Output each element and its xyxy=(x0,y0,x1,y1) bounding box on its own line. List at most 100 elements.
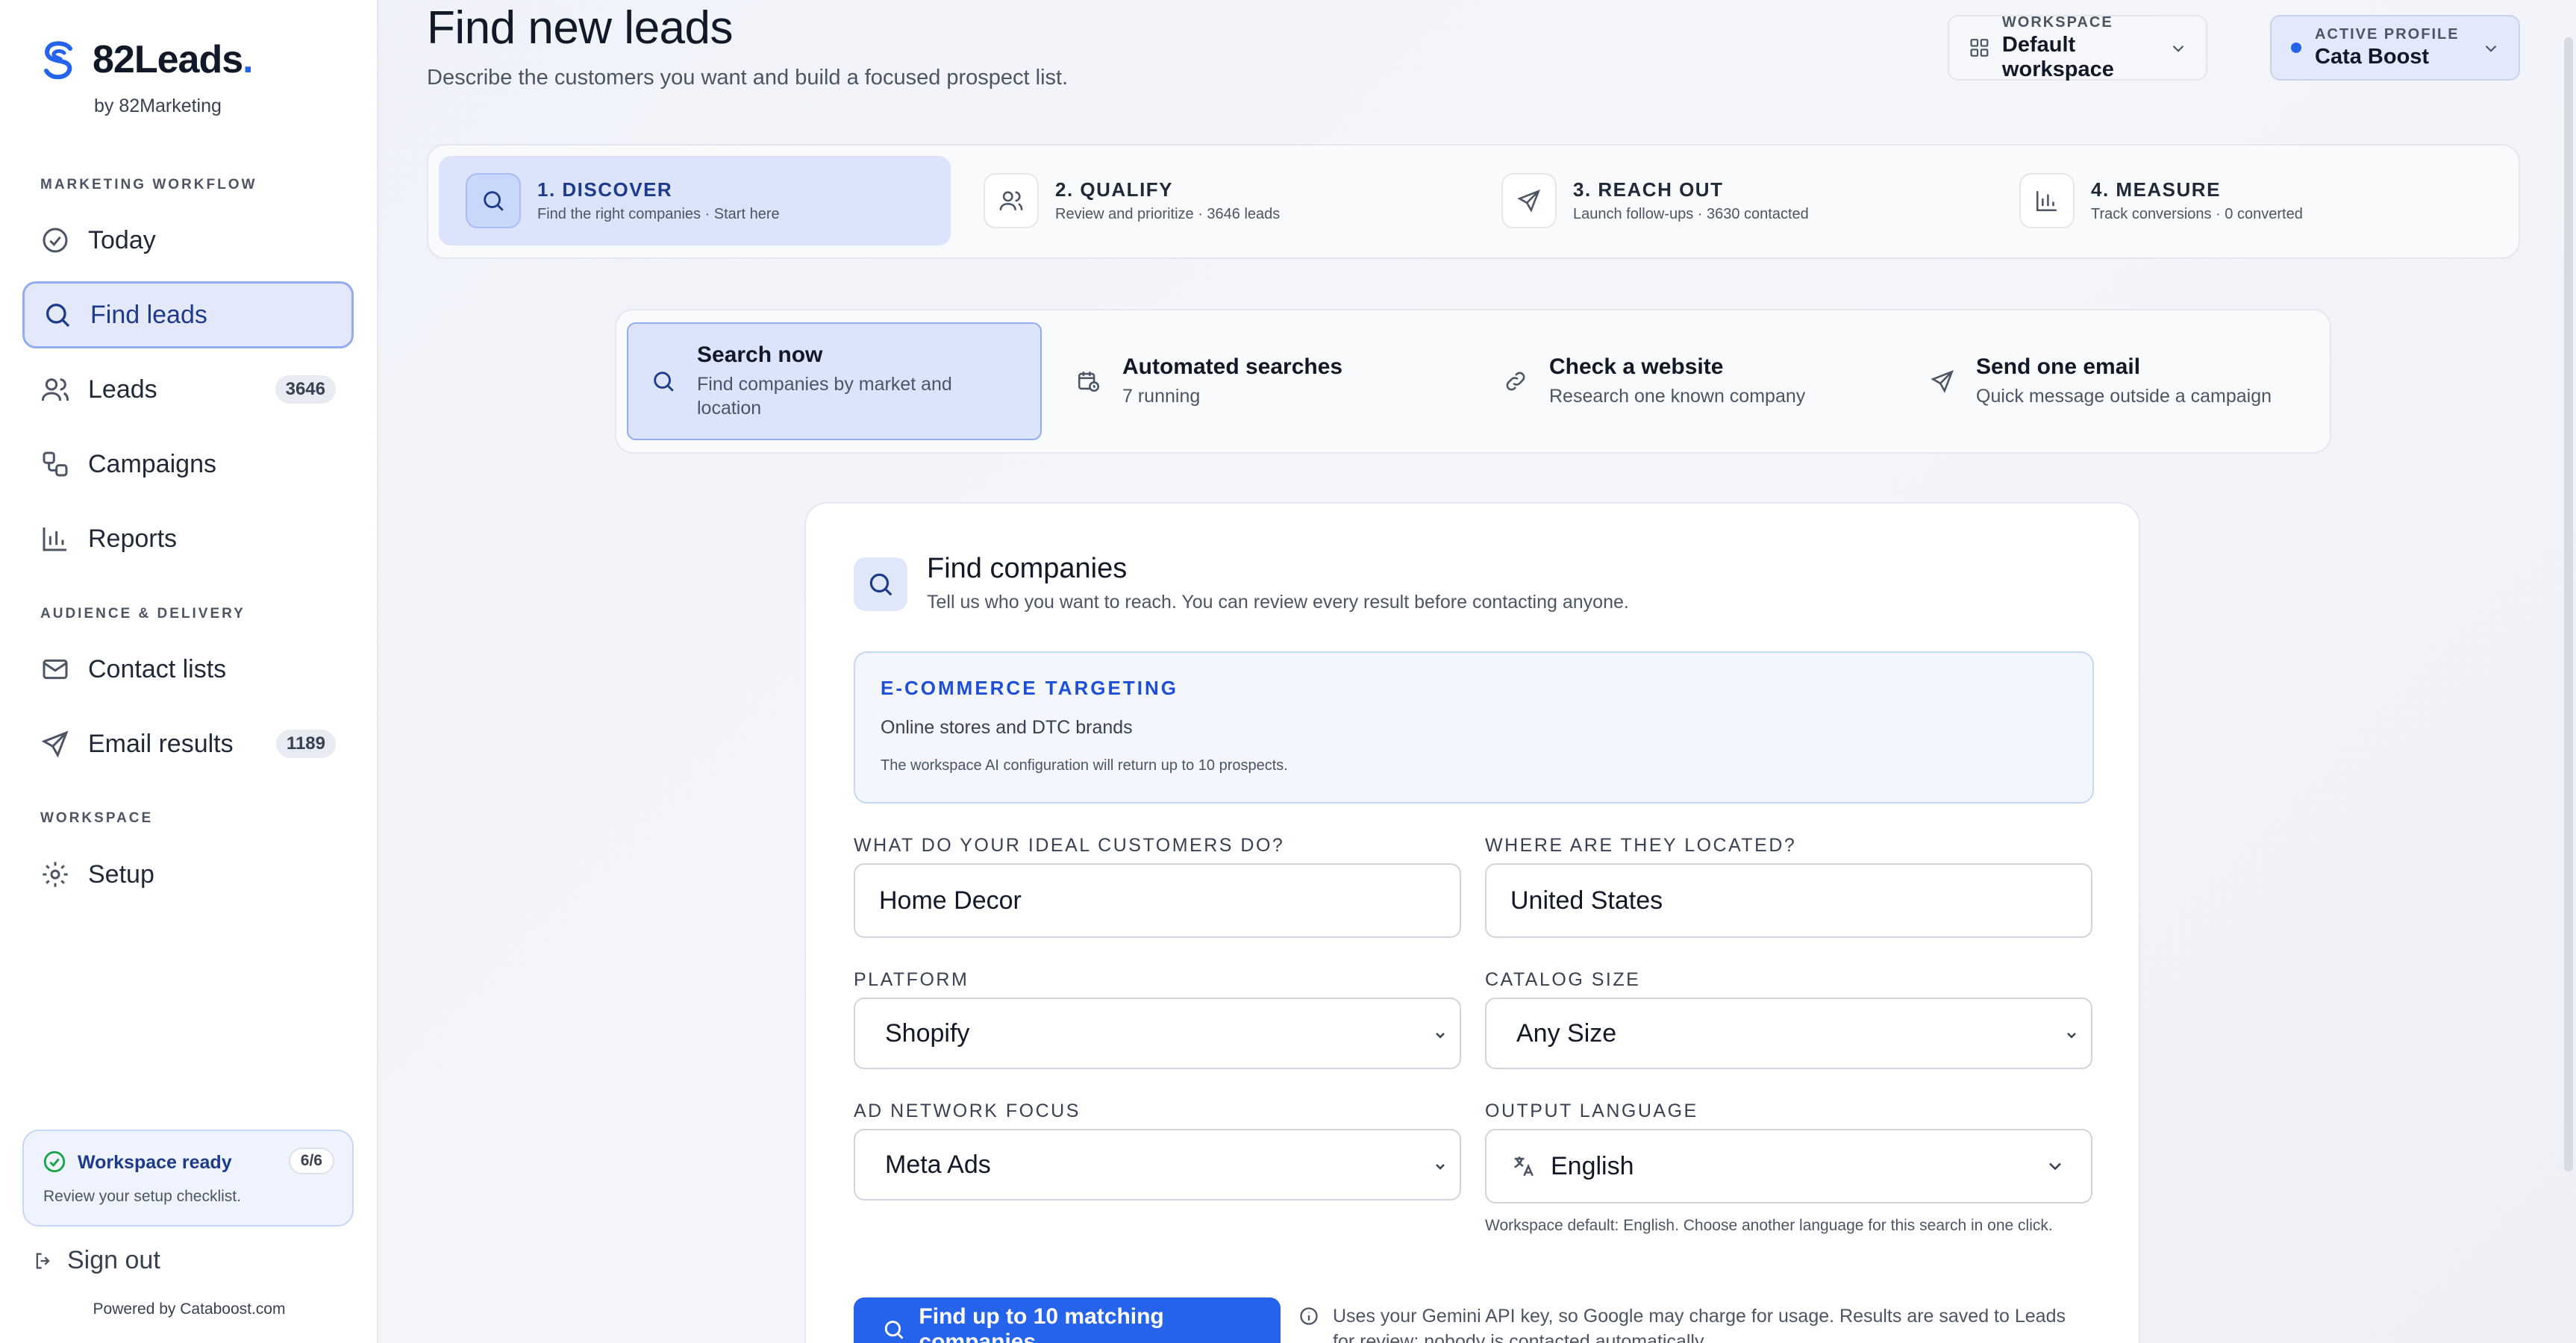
brand-name: 82Leads. xyxy=(93,38,254,81)
workspace-ready-title: Workspace ready xyxy=(78,1152,232,1173)
sign-out-label: Sign out xyxy=(67,1246,160,1274)
powered-by: Powered by Cataboost.com xyxy=(93,1300,286,1318)
output-language-select[interactable]: English xyxy=(1485,1129,2092,1203)
users-icon xyxy=(40,375,70,404)
chevron-down-icon xyxy=(1436,1033,1445,1039)
users-icon xyxy=(984,173,1039,228)
chevron-down-icon xyxy=(1436,1164,1445,1170)
search-icon xyxy=(466,173,521,228)
sidebar-item-label: Find leads xyxy=(90,300,207,329)
sidebar-item-contact-lists[interactable]: Contact lists xyxy=(22,636,354,703)
bar-chart-icon xyxy=(40,524,70,554)
logo-s-icon xyxy=(44,41,72,80)
active-profile-picker[interactable]: ACTIVE PROFILE Cata Boost xyxy=(2270,15,2520,81)
sidebar-item-setup[interactable]: Setup xyxy=(22,841,354,908)
sidebar-item-campaigns[interactable]: Campaigns xyxy=(22,431,354,498)
brand-logo[interactable]: 82Leads. xyxy=(37,37,254,82)
active-profile-value: Cata Boost xyxy=(2315,45,2430,69)
chevron-down-icon xyxy=(2485,45,2497,52)
find-companies-button-label: Find up to 10 matching companies xyxy=(919,1304,1164,1343)
chevron-down-icon xyxy=(2049,1162,2061,1171)
output-language-value: English xyxy=(1551,1151,1634,1180)
step-subtitle: Launch follow-ups · 3630 contacted xyxy=(1573,206,1809,222)
search-icon xyxy=(854,557,907,611)
send-icon xyxy=(40,729,70,759)
sidebar-item-reports[interactable]: Reports xyxy=(22,505,354,572)
tab-search-now[interactable]: Search now Find companies by market and … xyxy=(627,322,1042,440)
ecommerce-targeting-panel: E-COMMERCE TARGETING Online stores and D… xyxy=(854,651,2094,804)
step-measure[interactable]: 4. MEASURE Track conversions · 0 convert… xyxy=(1992,156,2504,245)
mode-subtitle: Find companies by market and location xyxy=(697,374,952,419)
ad-network-label: AD NETWORK FOCUS xyxy=(854,1101,1081,1121)
workflow-stepper: 1. DISCOVER Find the right companies · S… xyxy=(427,144,2520,259)
sign-out-button[interactable]: Sign out xyxy=(33,1246,160,1275)
gear-icon xyxy=(40,860,70,889)
tab-automated-searches[interactable]: Automated searches 7 running xyxy=(1054,322,1469,440)
brand-byline: by 82Marketing xyxy=(94,96,222,116)
catalog-size-select[interactable]: Any Size xyxy=(1485,998,2092,1069)
mode-subtitle: Quick message outside a campaign xyxy=(1976,386,2272,407)
platform-label: PLATFORM xyxy=(854,969,969,990)
step-qualify[interactable]: 2. QUALIFY Review and prioritize · 3646 … xyxy=(957,156,1469,245)
sidebar: 82Leads. by 82Marketing MARKETING WORKFL… xyxy=(0,0,378,1343)
workspace-ready-card[interactable]: Workspace ready 6/6 Review your setup ch… xyxy=(22,1130,354,1227)
page-title: Find new leads xyxy=(427,2,734,54)
step-subtitle: Track conversions · 0 converted xyxy=(2091,206,2303,222)
step-discover[interactable]: 1. DISCOVER Find the right companies · S… xyxy=(439,156,951,245)
send-icon xyxy=(1931,370,1954,393)
sidebar-item-label: Campaigns xyxy=(88,449,216,478)
find-companies-card: Find companies Tell us who you want to r… xyxy=(804,502,2140,1343)
catalog-size-label: CATALOG SIZE xyxy=(1485,969,1641,990)
output-language-label: OUTPUT LANGUAGE xyxy=(1485,1101,1698,1121)
location-input[interactable]: United States xyxy=(1485,863,2092,938)
step-title: 2. QUALIFY xyxy=(1055,178,1174,201)
sidebar-item-label: Today xyxy=(88,225,156,254)
ad-network-select[interactable]: Meta Ads xyxy=(854,1129,1461,1200)
step-title: 3. REACH OUT xyxy=(1573,178,1724,201)
check-circle-icon xyxy=(43,1151,66,1173)
sidebar-item-label: Contact lists xyxy=(88,654,227,683)
step-reach-out[interactable]: 3. REACH OUT Launch follow-ups · 3630 co… xyxy=(1475,156,1986,245)
workspace-picker[interactable]: WORKSPACE Default workspace xyxy=(1948,13,2207,81)
workspace-value: Default workspace xyxy=(2001,32,2114,81)
section-audience-delivery: AUDIENCE & DELIVERY xyxy=(40,606,246,622)
link-icon xyxy=(1506,372,1525,391)
profile-status-dot xyxy=(2291,43,2301,53)
sidebar-item-label: Setup xyxy=(88,860,154,889)
targeting-caption: E-COMMERCE TARGETING xyxy=(881,677,1178,699)
section-workspace: WORKSPACE xyxy=(40,810,154,826)
tab-send-one-email[interactable]: Send one email Quick message outside a c… xyxy=(1907,322,2322,440)
workspace-caption: WORKSPACE xyxy=(2001,13,2113,31)
sidebar-item-label: Reports xyxy=(88,524,178,553)
find-companies-button[interactable]: Find up to 10 matching companies xyxy=(854,1297,1281,1343)
targeting-main: Online stores and DTC brands xyxy=(881,717,1133,738)
usage-info-text: Uses your Gemini API key, so Google may … xyxy=(1333,1306,2066,1343)
tab-check-website[interactable]: Check a website Research one known compa… xyxy=(1481,322,1895,440)
sidebar-item-find-leads[interactable]: Find leads xyxy=(22,281,354,348)
mode-title: Check a website xyxy=(1549,354,1724,379)
targeting-note: The workspace AI configuration will retu… xyxy=(881,757,1288,774)
email-results-count-badge: 1189 xyxy=(275,730,336,758)
sidebar-item-leads[interactable]: Leads 3646 xyxy=(22,356,354,423)
page-subtitle: Describe the customers you want and buil… xyxy=(427,66,1069,90)
section-marketing-workflow: MARKETING WORKFLOW xyxy=(40,177,257,192)
mail-icon xyxy=(40,654,70,684)
mode-subtitle: Research one known company xyxy=(1549,386,1806,407)
chevron-down-icon xyxy=(2067,1033,2076,1039)
search-icon xyxy=(654,372,674,392)
platform-select[interactable]: Shopify xyxy=(854,998,1461,1069)
bar-chart-icon xyxy=(2019,173,2075,228)
ideal-customers-input[interactable]: Home Decor xyxy=(854,863,1461,938)
search-icon xyxy=(43,300,72,330)
mode-title: Search now xyxy=(697,342,823,367)
sidebar-item-today[interactable]: Today xyxy=(22,207,354,274)
page-scrollbar[interactable] xyxy=(2564,37,2573,1171)
language-help-text: Workspace default: English. Choose anoth… xyxy=(1485,1217,2053,1234)
calendar-clock-icon xyxy=(1078,372,1100,392)
ideal-customers-label: WHAT DO YOUR IDEAL CUSTOMERS DO? xyxy=(854,835,1285,856)
check-circle-icon xyxy=(40,225,70,255)
card-subtitle: Tell us who you want to reach. You can r… xyxy=(927,592,1629,613)
checklist-progress-badge: 6/6 xyxy=(288,1148,334,1174)
sidebar-item-email-results[interactable]: Email results 1189 xyxy=(22,710,354,777)
step-title: 1. DISCOVER xyxy=(537,178,673,201)
